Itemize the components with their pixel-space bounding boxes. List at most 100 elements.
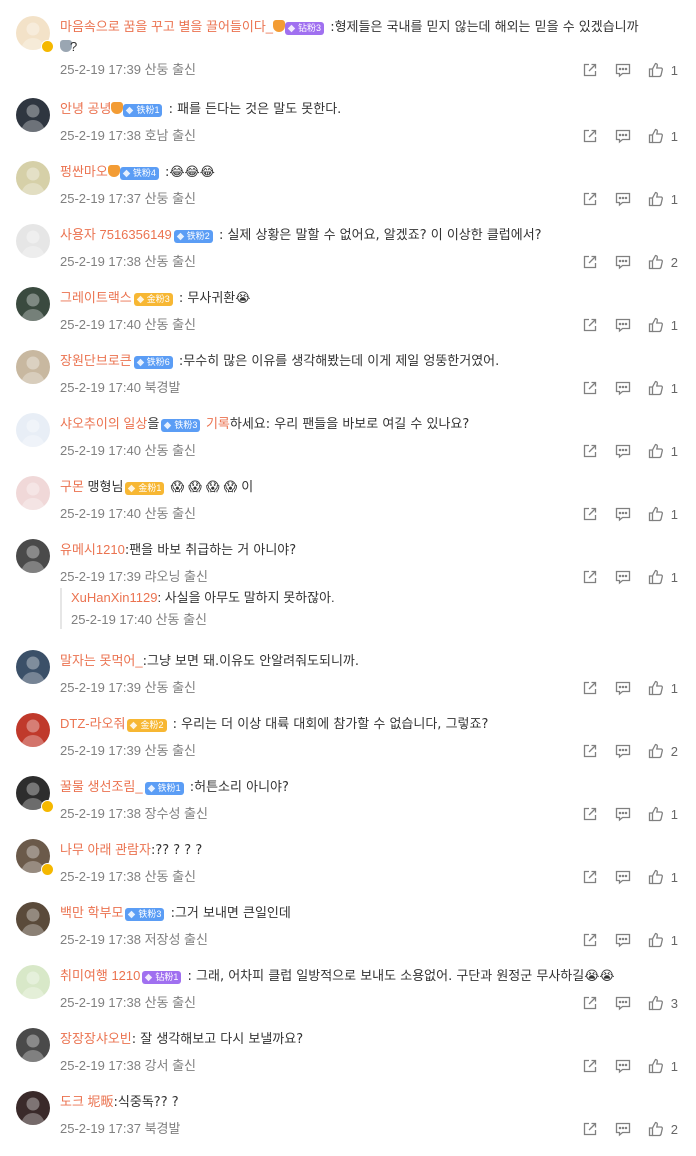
comment-icon[interactable] — [615, 128, 631, 144]
comment-icon[interactable] — [615, 806, 631, 822]
fan-level-badge[interactable]: 金粉1 — [125, 482, 165, 495]
like-button[interactable]: 1 — [648, 680, 678, 696]
avatar[interactable] — [16, 98, 52, 134]
fan-level-badge[interactable]: 铁粉1 — [144, 782, 184, 795]
share-icon[interactable] — [582, 317, 598, 333]
username-link[interactable]: 백만 학부모 — [60, 905, 123, 920]
share-icon[interactable] — [582, 569, 598, 585]
comment-icon[interactable] — [615, 506, 631, 522]
username-link[interactable]: 안녕 공녕 — [60, 101, 111, 116]
username-link[interactable]: 구몬 — [60, 479, 84, 494]
fan-level-badge[interactable]: 铁粉6 — [133, 356, 173, 369]
like-button[interactable]: 1 — [648, 806, 678, 822]
share-icon[interactable] — [582, 1058, 598, 1074]
username-link[interactable]: 유메시1210 — [60, 542, 125, 557]
like-button[interactable]: 1 — [648, 380, 678, 396]
comment-icon[interactable] — [615, 869, 631, 885]
avatar[interactable] — [16, 539, 52, 575]
share-icon[interactable] — [582, 743, 598, 759]
like-button[interactable]: 1 — [648, 869, 678, 885]
comment-icon[interactable] — [615, 191, 631, 207]
share-icon[interactable] — [582, 869, 598, 885]
comment-icon[interactable] — [615, 1121, 631, 1137]
fan-level-badge[interactable]: 铁粉3 — [161, 419, 201, 432]
comment-icon[interactable] — [615, 995, 631, 1011]
share-icon[interactable] — [582, 191, 598, 207]
comment-icon[interactable] — [615, 443, 631, 459]
avatar[interactable] — [16, 161, 52, 197]
share-icon[interactable] — [582, 62, 598, 78]
share-icon[interactable] — [582, 506, 598, 522]
fan-level-badge[interactable]: 钻粉1 — [142, 971, 182, 984]
comment-icon[interactable] — [615, 680, 631, 696]
avatar[interactable] — [16, 350, 52, 386]
avatar[interactable] — [16, 650, 52, 686]
avatar[interactable] — [16, 776, 54, 813]
fan-level-badge[interactable]: 铁粉1 — [123, 104, 163, 117]
like-button[interactable]: 1 — [648, 317, 678, 333]
avatar[interactable] — [16, 16, 54, 53]
username-link[interactable]: 그레이트랙스 — [60, 290, 132, 305]
fan-level-badge[interactable]: 铁粉4 — [119, 167, 159, 180]
avatar[interactable] — [16, 224, 52, 260]
fan-level-badge[interactable]: 铁粉2 — [173, 230, 213, 243]
like-button[interactable]: 2 — [648, 1121, 678, 1137]
username-link[interactable]: 펑싼마오 — [60, 164, 108, 179]
share-icon[interactable] — [582, 932, 598, 948]
username-link[interactable]: 취미여행 1210 — [60, 968, 140, 983]
username-link[interactable]: 장장장샤오빈 — [60, 1031, 132, 1046]
comment-icon[interactable] — [615, 932, 631, 948]
username-link[interactable]: 사용자 7516356149 — [60, 227, 172, 242]
comment-icon[interactable] — [615, 317, 631, 333]
username-link[interactable]: 말자는 못먹어_ — [60, 653, 143, 668]
avatar[interactable] — [16, 1091, 52, 1127]
avatar[interactable] — [16, 839, 54, 876]
like-button[interactable]: 2 — [648, 743, 678, 759]
like-button[interactable]: 3 — [648, 995, 678, 1011]
share-icon[interactable] — [582, 128, 598, 144]
fan-level-badge[interactable]: 钻粉3 — [285, 22, 325, 35]
like-button[interactable]: 1 — [648, 128, 678, 144]
like-button[interactable]: 1 — [648, 191, 678, 207]
username-link[interactable]: DTZ-라오줘 — [60, 716, 125, 731]
like-button[interactable]: 1 — [648, 569, 678, 585]
like-button[interactable]: 1 — [648, 932, 678, 948]
comment-icon[interactable] — [615, 1058, 631, 1074]
share-icon[interactable] — [582, 443, 598, 459]
fan-level-badge[interactable]: 金粉3 — [133, 293, 173, 306]
username-link[interactable]: 마음속으로 꿈을 꾸고 별을 끌어들이다_ — [60, 19, 273, 34]
like-button[interactable]: 2 — [648, 254, 678, 270]
avatar[interactable] — [16, 902, 52, 938]
fan-level-badge[interactable]: 金粉2 — [127, 719, 167, 732]
username-link[interactable]: 도크 坭畈 — [60, 1094, 114, 1109]
username-link[interactable]: 나무 아래 관람자 — [60, 842, 151, 857]
username-link[interactable]: 샤오추이의 일상 — [60, 416, 147, 431]
fan-level-badge[interactable]: 铁粉3 — [125, 908, 165, 921]
share-icon[interactable] — [582, 254, 598, 270]
avatar[interactable] — [16, 1028, 52, 1064]
share-icon[interactable] — [582, 995, 598, 1011]
reply-username[interactable]: XuHanXin1129 — [71, 590, 158, 605]
username-link-2[interactable]: 기록 — [202, 416, 230, 431]
share-icon[interactable] — [582, 1121, 598, 1137]
avatar[interactable] — [16, 965, 52, 1001]
like-button[interactable]: 1 — [648, 443, 678, 459]
share-icon[interactable] — [582, 380, 598, 396]
comment-icon[interactable] — [615, 569, 631, 585]
comment-icon[interactable] — [615, 743, 631, 759]
like-button[interactable]: 1 — [648, 62, 678, 78]
like-button[interactable]: 1 — [648, 1058, 678, 1074]
avatar[interactable] — [16, 476, 52, 512]
comment-icon[interactable] — [615, 380, 631, 396]
avatar[interactable] — [16, 413, 52, 449]
comment-text: : 잘 생각해보고 다시 보낼까요? — [131, 1032, 304, 1047]
share-icon[interactable] — [582, 806, 598, 822]
share-icon[interactable] — [582, 680, 598, 696]
username-link[interactable]: 장원단브로큰 — [60, 353, 132, 368]
avatar[interactable] — [16, 287, 52, 323]
like-button[interactable]: 1 — [648, 506, 678, 522]
avatar[interactable] — [16, 713, 52, 749]
comment-icon[interactable] — [615, 62, 631, 78]
username-link[interactable]: 꿀물 생선조림_ — [60, 779, 143, 794]
comment-icon[interactable] — [615, 254, 631, 270]
